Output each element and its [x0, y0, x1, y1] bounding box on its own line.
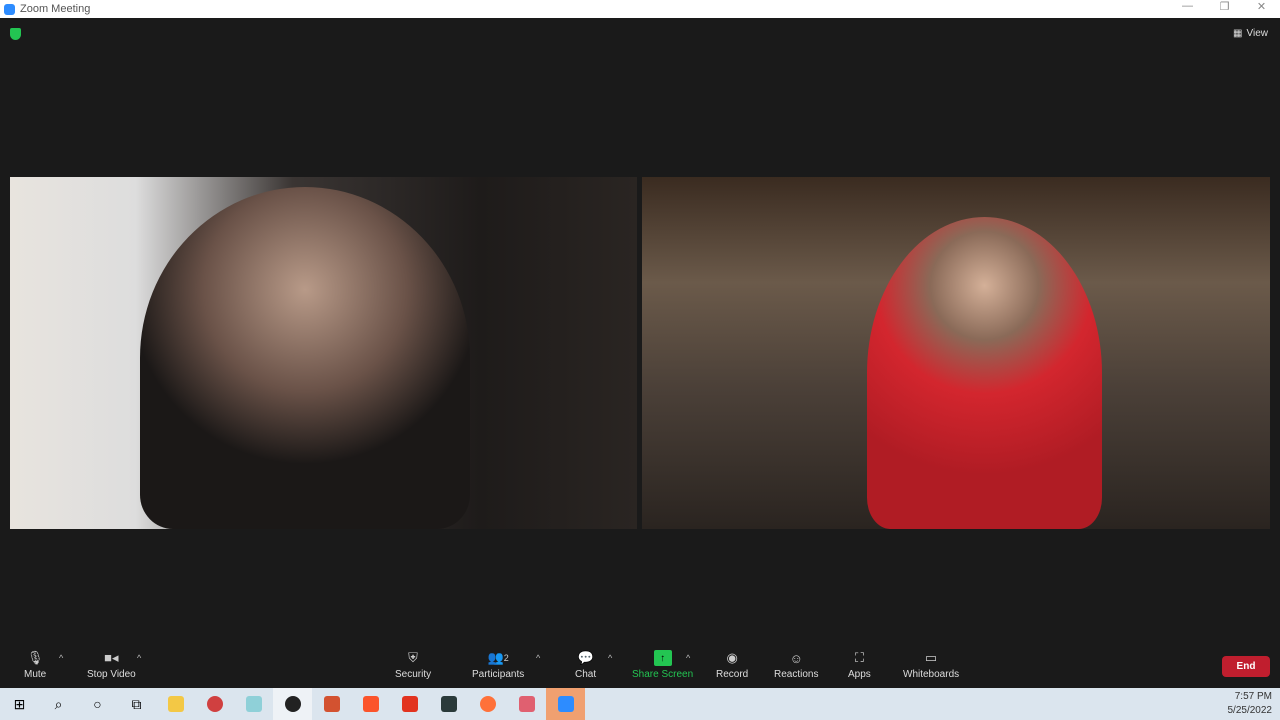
- clock-time: 7:57 PM: [1234, 691, 1272, 702]
- video-tile-participant-1[interactable]: [10, 177, 637, 529]
- security-label: Security: [395, 669, 432, 680]
- whiteboards-label: Whiteboards: [903, 669, 960, 680]
- clock-date: 5/25/2022: [1227, 705, 1273, 716]
- windows-taskbar: ⊞ ⌕ ○ ⧉ 7:57 PM 5/25/2022: [0, 688, 1280, 720]
- notepad-icon[interactable]: [234, 688, 273, 720]
- file-explorer-icon[interactable]: [156, 688, 195, 720]
- chat-label: Chat: [575, 669, 597, 680]
- view-button[interactable]: ▦ View: [1233, 28, 1268, 39]
- participant-video: [867, 217, 1102, 529]
- participants-button[interactable]: 👥 2 Participants: [472, 650, 524, 680]
- powerpoint-icon[interactable]: [312, 688, 351, 720]
- minimize-button[interactable]: —: [1169, 0, 1206, 13]
- restore-button[interactable]: ❐: [1206, 0, 1243, 13]
- meeting-area: ▦ View: [0, 18, 1280, 640]
- reactions-label: Reactions: [774, 669, 819, 680]
- stop-video-label: Stop Video: [87, 669, 136, 680]
- video-camera-icon: ■◂: [104, 650, 119, 665]
- security-button[interactable]: ⛨ Security: [395, 650, 431, 680]
- stop-video-button[interactable]: ■◂ Stop Video: [87, 650, 136, 680]
- system-clock[interactable]: 7:57 PM 5/25/2022: [1228, 690, 1273, 718]
- view-label: View: [1246, 28, 1269, 39]
- window-title: Zoom Meeting: [20, 3, 91, 15]
- cortana-icon[interactable]: ○: [78, 688, 117, 720]
- shield-icon: ⛨: [408, 650, 418, 665]
- whiteboards-button[interactable]: ▭ Whiteboards: [903, 650, 959, 680]
- apps-label: Apps: [848, 669, 871, 680]
- microphone-icon: 🎙: [26, 650, 44, 665]
- reactions-button[interactable]: ☺ Reactions: [774, 650, 819, 681]
- mute-label: Mute: [24, 669, 47, 680]
- emoji-plus-icon: ☺: [789, 650, 803, 666]
- share-arrow-icon: ↑: [653, 650, 672, 666]
- end-meeting-button[interactable]: End: [1222, 656, 1270, 677]
- firefox-icon[interactable]: [468, 688, 507, 720]
- start-icon[interactable]: ⊞: [0, 688, 39, 720]
- video-options-caret[interactable]: ^: [137, 653, 141, 663]
- whiteboard-icon: ▭: [924, 650, 938, 665]
- zoom-logo-icon: [4, 3, 15, 15]
- mute-button[interactable]: 🎙 Mute: [24, 650, 46, 680]
- participant-video: [140, 187, 470, 529]
- record-icon: ◉: [726, 650, 738, 665]
- close-button[interactable]: ✕: [1243, 0, 1280, 13]
- meeting-toolbar: 🎙 Mute ^ ■◂ Stop Video ^ ⛨ Security 👥 2 Parti…: [0, 640, 1280, 688]
- share-screen-button[interactable]: ↑ Share Screen: [632, 650, 693, 680]
- title-bar: Zoom Meeting — ❐ ✕: [0, 0, 1280, 18]
- search-icon[interactable]: ⌕: [39, 688, 78, 720]
- chat-button[interactable]: 💬 Chat: [575, 650, 596, 680]
- task-view-icon[interactable]: ⧉: [117, 688, 156, 720]
- share-caret[interactable]: ^: [686, 653, 690, 663]
- share-screen-label: Share Screen: [632, 669, 694, 680]
- apps-button[interactable]: ⛶ Apps: [848, 650, 871, 680]
- record-label: Record: [716, 669, 749, 680]
- apps-icon: ⛶: [854, 650, 864, 665]
- audio-options-caret[interactable]: ^: [59, 653, 63, 663]
- chat-bubble-icon: 💬: [577, 650, 594, 665]
- chat-caret[interactable]: ^: [608, 653, 612, 663]
- grid-icon: ▦: [1233, 28, 1243, 39]
- participant-count: 2: [503, 653, 509, 663]
- record-button[interactable]: ◉ Record: [716, 650, 748, 680]
- davinci-resolve-icon[interactable]: [429, 688, 468, 720]
- participants-label: Participants: [472, 669, 525, 680]
- participants-icon: 👥 2: [487, 650, 509, 665]
- zoom-taskbar-icon[interactable]: [546, 688, 585, 720]
- office-icon[interactable]: [390, 688, 429, 720]
- video-tile-participant-2[interactable]: [642, 177, 1270, 529]
- participants-caret[interactable]: ^: [536, 653, 540, 663]
- paint-app-icon[interactable]: [507, 688, 546, 720]
- obs-icon[interactable]: [273, 688, 312, 720]
- brave-browser-icon[interactable]: [351, 688, 390, 720]
- snipping-tool-icon[interactable]: [195, 688, 234, 720]
- encryption-shield-icon[interactable]: [10, 28, 21, 40]
